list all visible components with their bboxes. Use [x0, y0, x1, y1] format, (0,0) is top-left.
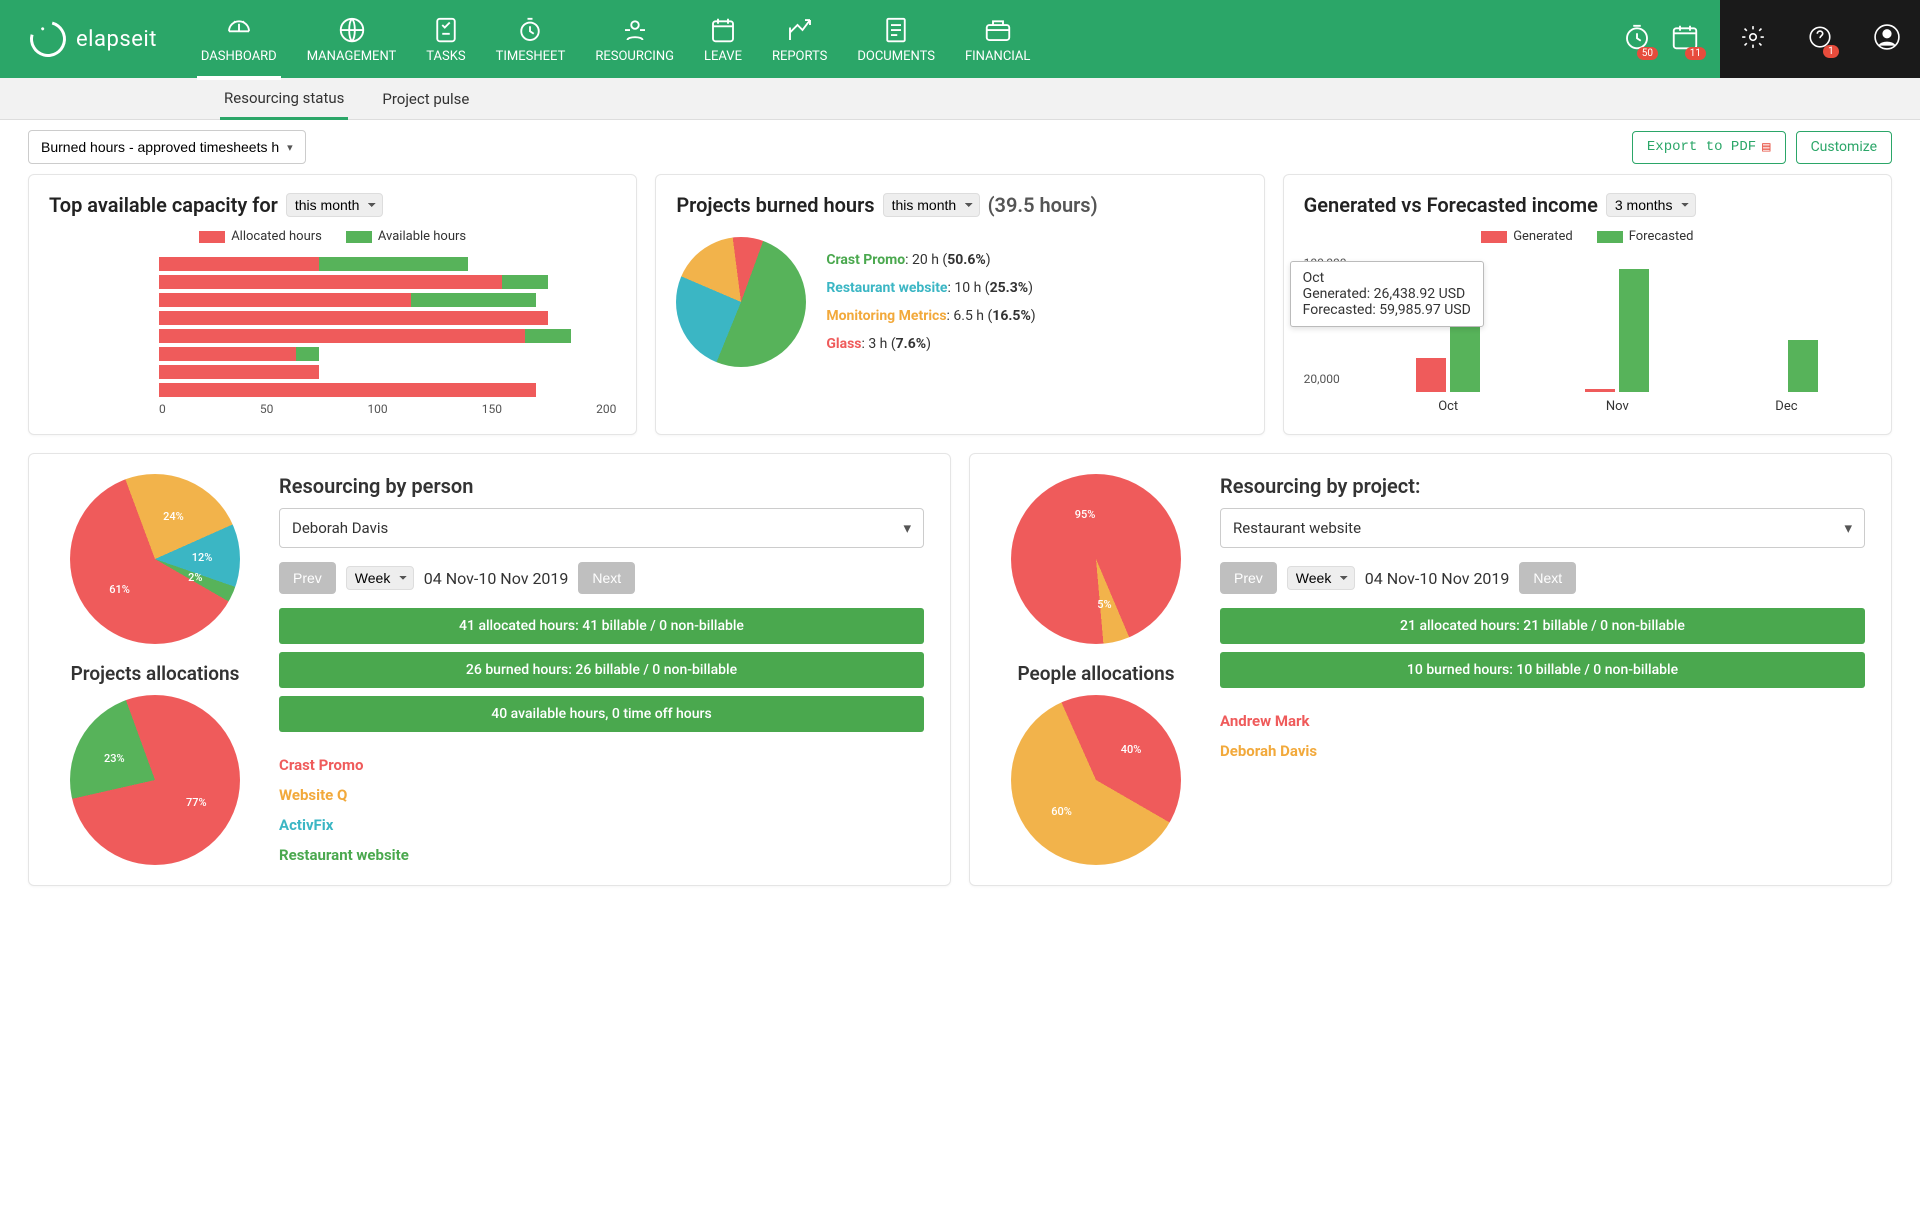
capacity-title: Top available capacity for — [49, 193, 278, 217]
brand-name: elapseit — [76, 27, 157, 52]
export-label: Export to PDF — [1647, 139, 1756, 155]
calendar-badge: 11 — [1685, 47, 1706, 60]
card-burned-hours: Projects burned hours this month (39.5 h… — [655, 174, 1264, 435]
subtabs: Resourcing status Project pulse — [0, 78, 1920, 120]
help-icon[interactable]: 1 — [1807, 24, 1833, 54]
person-select[interactable]: Deborah Davis — [279, 508, 924, 548]
project-date-range: 04 Nov-10 Nov 2019 — [1365, 569, 1510, 588]
timer-badge: 50 — [1637, 47, 1658, 60]
income-tooltip: Oct Generated: 26,438.92 USD Forecasted:… — [1290, 261, 1484, 327]
stat-bar: 41 allocated hours: 41 billable / 0 non-… — [279, 608, 924, 644]
top-nav: elapseit DASHBOARD MANAGEMENT TASKS TIMESHE… — [0, 0, 1920, 78]
people-allocations-heading: People allocations — [996, 662, 1196, 685]
project-title: Resourcing by project: — [1220, 474, 1865, 498]
burned-range-select[interactable]: this month — [883, 193, 980, 217]
filter-label: Burned hours - approved timesheets h — [41, 139, 279, 155]
calendar-alert-icon[interactable]: 11 — [1670, 22, 1700, 56]
pdf-icon: ▤ — [1762, 139, 1770, 156]
burned-legend-item[interactable]: Crast Promo: 20 h (50.6%) — [826, 252, 1035, 268]
stat-bar: 40 available hours, 0 time off hours — [279, 696, 924, 732]
capacity-range-select[interactable]: this month — [286, 193, 383, 217]
income-bar[interactable] — [1585, 389, 1615, 392]
subtab-resourcing-status[interactable]: Resourcing status — [220, 79, 348, 120]
avatar-icon[interactable] — [1874, 24, 1900, 54]
nav-reports[interactable]: REPORTS — [768, 7, 831, 72]
export-pdf-button[interactable]: Export to PDF ▤ — [1632, 131, 1786, 164]
timer-icon[interactable]: 50 — [1622, 22, 1652, 56]
card-resourcing-person: 61%24%12%2% Projects allocations 77%23% … — [28, 453, 951, 886]
nav-resourcing[interactable]: RESOURCING — [591, 7, 678, 72]
customize-button[interactable]: Customize — [1796, 131, 1892, 164]
income-bar[interactable] — [1619, 269, 1649, 393]
nav-tasks[interactable]: TASKS — [422, 7, 469, 72]
nav-timesheet[interactable]: TIMESHEET — [492, 7, 570, 72]
burned-legend-item[interactable]: Restaurant website: 10 h (25.3%) — [826, 280, 1035, 296]
legend-link[interactable]: Andrew Mark — [1220, 712, 1865, 730]
nav-financial[interactable]: FINANCIAL — [961, 7, 1034, 72]
burned-total: (39.5 hours) — [988, 193, 1098, 217]
legend-link[interactable]: ActivFix — [279, 816, 924, 834]
person-projects-list: Crast Promo Website Q ActivFix Restaurant w… — [279, 756, 924, 864]
burned-pie — [676, 237, 806, 367]
gear-icon[interactable] — [1740, 24, 1766, 54]
income-range-select[interactable]: 3 months — [1606, 193, 1696, 217]
customize-label: Customize — [1811, 139, 1877, 155]
projects-allocations-heading: Projects allocations — [55, 662, 255, 685]
help-badge: 1 — [1823, 45, 1839, 58]
logo-icon — [23, 14, 72, 63]
legend-link[interactable]: Deborah Davis — [1220, 742, 1865, 760]
burned-title: Projects burned hours — [676, 193, 874, 217]
income-title: Generated vs Forecasted income — [1304, 193, 1598, 217]
stat-bar: 26 burned hours: 26 billable / 0 non-bil… — [279, 652, 924, 688]
person-pie-bottom: 77%23% — [70, 695, 240, 865]
person-title: Resourcing by person — [279, 474, 924, 498]
stat-bar: 21 allocated hours: 21 billable / 0 non-… — [1220, 608, 1865, 644]
project-select[interactable]: Restaurant website — [1220, 508, 1865, 548]
capacity-chart: Linda RiveraKevin YoungDaniel LolaMary P… — [49, 256, 616, 416]
nav-items: DASHBOARD MANAGEMENT TASKS TIMESHEET RESOURC… — [197, 7, 1035, 72]
person-period-select[interactable]: Week — [346, 566, 414, 590]
person-prev-button[interactable]: Prev — [279, 562, 336, 594]
income-bar[interactable] — [1416, 358, 1446, 392]
person-pie-top: 61%24%12%2% — [70, 474, 240, 644]
person-next-button[interactable]: Next — [578, 562, 635, 594]
project-pie-bottom: 60%40% — [1011, 695, 1181, 865]
legend-link[interactable]: Crast Promo — [279, 756, 924, 774]
card-resourcing-project: 95%5% People allocations 60%40% Resourci… — [969, 453, 1892, 886]
subtab-project-pulse[interactable]: Project pulse — [378, 80, 473, 118]
capacity-legend: Allocated hours Available hours — [49, 229, 616, 244]
income-legend: Generated Forecasted — [1304, 229, 1871, 244]
project-prev-button[interactable]: Prev — [1220, 562, 1277, 594]
project-pie-top: 95%5% — [1011, 474, 1181, 644]
filter-dropdown[interactable]: Burned hours - approved timesheets h — [28, 130, 306, 164]
person-date-range: 04 Nov-10 Nov 2019 — [424, 569, 569, 588]
legend-link[interactable]: Restaurant website — [279, 846, 924, 864]
nav-dashboard[interactable]: DASHBOARD — [197, 7, 281, 72]
brand-logo[interactable]: elapseit — [30, 21, 157, 57]
nav-documents[interactable]: DOCUMENTS — [853, 7, 939, 72]
stat-bar: 10 burned hours: 10 billable / 0 non-bil… — [1220, 652, 1865, 688]
nav-leave[interactable]: LEAVE — [700, 7, 746, 72]
nav-management[interactable]: MANAGEMENT — [303, 7, 401, 72]
project-period-select[interactable]: Week — [1287, 566, 1355, 590]
burned-legend: Crast Promo: 20 h (50.6%) Restaurant webs… — [826, 252, 1035, 352]
project-people-list: Andrew Mark Deborah Davis — [1220, 712, 1865, 760]
toolbar: Burned hours - approved timesheets h Exp… — [0, 120, 1920, 174]
project-next-button[interactable]: Next — [1519, 562, 1576, 594]
legend-link[interactable]: Website Q — [279, 786, 924, 804]
income-bar[interactable] — [1788, 340, 1818, 392]
card-income: Generated vs Forecasted income 3 months … — [1283, 174, 1892, 435]
burned-legend-item[interactable]: Glass: 3 h (7.6%) — [826, 336, 1035, 352]
card-capacity: Top available capacity for this month Al… — [28, 174, 637, 435]
burned-legend-item[interactable]: Monitoring Metrics: 6.5 h (16.5%) — [826, 308, 1035, 324]
